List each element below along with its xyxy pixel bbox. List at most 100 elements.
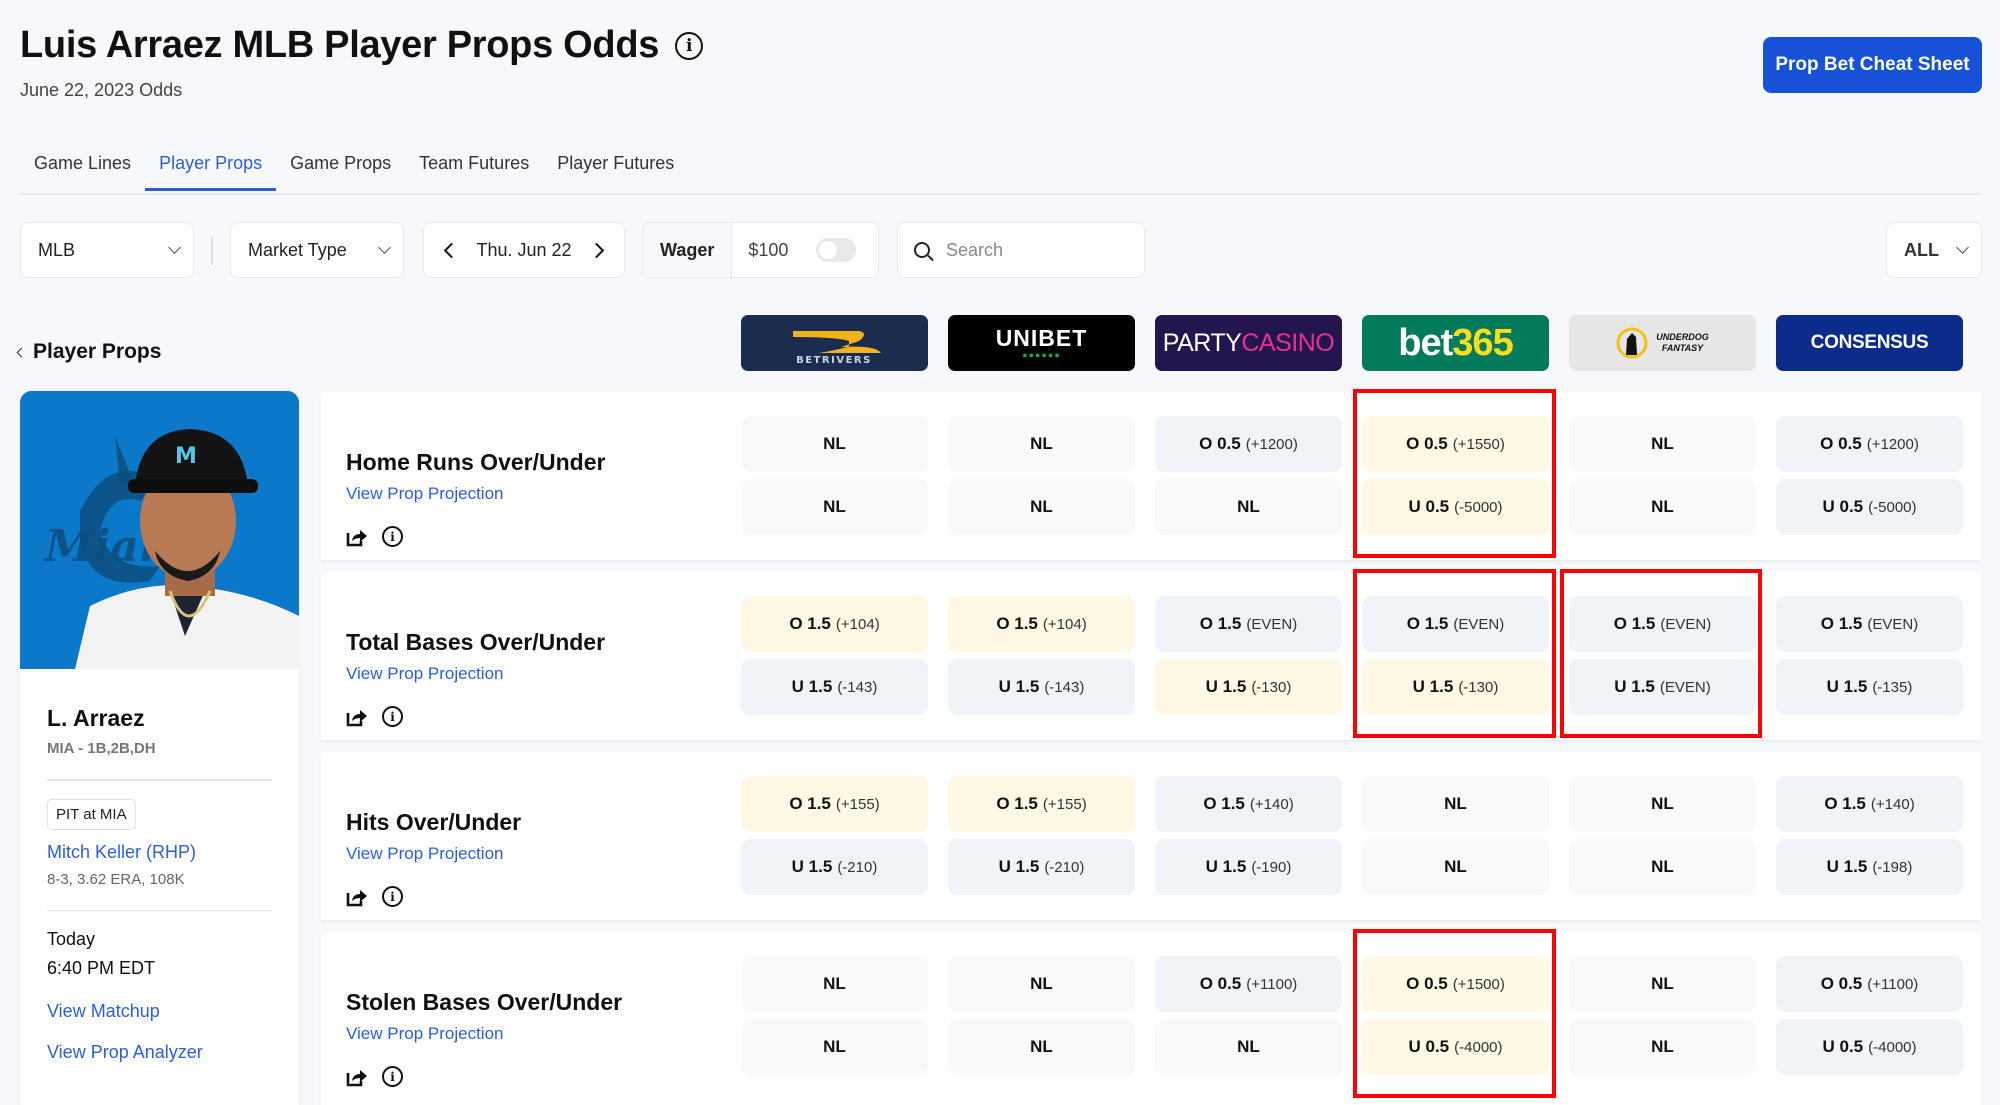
view-prop-projection-link[interactable]: View Prop Projection <box>346 484 605 504</box>
chevron-down-icon <box>378 241 391 254</box>
odds-cell-unibet-under[interactable]: U 1.5 (-143) <box>948 659 1135 715</box>
share-icon[interactable] <box>346 1067 368 1087</box>
odds-line: O 1.5 <box>1613 614 1656 633</box>
wager-amount-input[interactable]: $100 <box>748 240 788 261</box>
odds-cell-partycasino-under[interactable]: U 1.5 (-190) <box>1155 839 1342 895</box>
odds-cell-unibet-under[interactable]: NL <box>948 479 1135 535</box>
divider <box>47 779 272 781</box>
odds-cell-partycasino-over[interactable]: O 1.5 (+140) <box>1155 776 1342 832</box>
share-icon[interactable] <box>346 887 368 907</box>
tab-game-lines[interactable]: Game Lines <box>20 143 145 193</box>
tab-game-props[interactable]: Game Props <box>276 143 405 193</box>
odds-cell-unibet-over[interactable]: O 1.5 (+155) <box>948 776 1135 832</box>
odds-cell-betrivers-under[interactable]: NL <box>741 479 928 535</box>
market-type-select[interactable]: Market Type <box>230 222 404 278</box>
odds-cell-betrivers-under[interactable]: U 1.5 (-143) <box>741 659 928 715</box>
odds-cell-consensus-over[interactable]: O 0.5 (+1100) <box>1776 956 1963 1012</box>
odds-cell-bet365-over[interactable]: O 0.5 (+1500) <box>1362 956 1549 1012</box>
odds-cell-underdog-fantasy-under[interactable]: NL <box>1569 1019 1756 1075</box>
odds-cell-betrivers-over[interactable]: O 1.5 (+104) <box>741 596 928 652</box>
info-icon[interactable]: i <box>382 1066 403 1087</box>
odds-cell-underdog-fantasy-under[interactable]: U 1.5 (EVEN) <box>1569 659 1756 715</box>
odds-cell-consensus-over[interactable]: O 0.5 (+1200) <box>1776 416 1963 472</box>
odds-cell-consensus-over[interactable]: O 1.5 (+140) <box>1776 776 1963 832</box>
odds-cell-underdog-fantasy-over[interactable]: NL <box>1569 776 1756 832</box>
date-value[interactable]: Thu. Jun 22 <box>476 240 571 261</box>
share-icon[interactable] <box>346 527 368 547</box>
info-icon[interactable]: i <box>382 526 403 547</box>
odds-cell-underdog-fantasy-over[interactable]: O 1.5 (EVEN) <box>1569 596 1756 652</box>
odds-cell-consensus-under[interactable]: U 0.5 (-4000) <box>1776 1019 1963 1075</box>
odds-price: (-210) <box>1044 858 1085 876</box>
odds-cell-bet365-under[interactable]: U 0.5 (-4000) <box>1362 1019 1549 1075</box>
odds-price: (EVEN) <box>1659 678 1711 696</box>
tab-player-futures[interactable]: Player Futures <box>543 143 688 193</box>
odds-cell-underdog-fantasy-over[interactable]: NL <box>1569 416 1756 472</box>
odds-line: U 1.5 <box>1826 857 1868 876</box>
odds-cell-unibet-under[interactable]: NL <box>948 1019 1135 1075</box>
search-field[interactable]: Search <box>897 222 1145 278</box>
betrivers-logo-icon: BETRIVERS <box>793 331 881 366</box>
odds-cell-consensus-over[interactable]: O 1.5 (EVEN) <box>1776 596 1963 652</box>
odds-cell-partycasino-under[interactable]: NL <box>1155 1019 1342 1075</box>
odds-cell-betrivers-over[interactable]: O 1.5 (+155) <box>741 776 928 832</box>
wager-toggle[interactable] <box>816 238 857 262</box>
odds-price: (+1200) <box>1866 435 1919 453</box>
odds-cell-underdog-fantasy-under[interactable]: NL <box>1569 839 1756 895</box>
odds-cell-partycasino-over[interactable]: O 0.5 (+1100) <box>1155 956 1342 1012</box>
odds-cell-consensus-under[interactable]: U 1.5 (-135) <box>1776 659 1963 715</box>
odds-cell-unibet-under[interactable]: U 1.5 (-210) <box>948 839 1135 895</box>
odds-line: U 0.5 <box>1408 1037 1450 1056</box>
odds-cell-consensus-under[interactable]: U 1.5 (-198) <box>1776 839 1963 895</box>
odds-line: U 1.5 <box>1205 857 1247 876</box>
odds-cell-consensus-under[interactable]: U 0.5 (-5000) <box>1776 479 1963 535</box>
odds-line: U 0.5 <box>1408 497 1450 516</box>
odds-line: U 1.5 <box>1614 677 1655 696</box>
view-matchup-link[interactable]: View Matchup <box>47 1001 272 1022</box>
odds-cell-unibet-over[interactable]: O 1.5 (+104) <box>948 596 1135 652</box>
odds-cell-bet365-under[interactable]: U 0.5 (-5000) <box>1362 479 1549 535</box>
odds-cell-betrivers-over[interactable]: NL <box>741 956 928 1012</box>
scope-select[interactable]: ALL <box>1886 222 1982 278</box>
odds-cell-unibet-over[interactable]: NL <box>948 416 1135 472</box>
odds-cell-underdog-fantasy-over[interactable]: NL <box>1569 956 1756 1012</box>
odds-line: U 1.5 <box>998 857 1040 876</box>
odds-cell-underdog-fantasy-under[interactable]: NL <box>1569 479 1756 535</box>
odds-cell-partycasino-over[interactable]: O 1.5 (EVEN) <box>1155 596 1342 652</box>
chevron-left-icon <box>16 347 27 357</box>
search-input[interactable]: Search <box>946 240 1003 261</box>
view-prop-projection-link[interactable]: View Prop Projection <box>346 1024 622 1044</box>
odds-cell-bet365-under[interactable]: NL <box>1362 839 1549 895</box>
odds-cell-bet365-over[interactable]: O 1.5 (EVEN) <box>1362 596 1549 652</box>
odds-cell-partycasino-under[interactable]: U 1.5 (-130) <box>1155 659 1342 715</box>
prop-bet-cheat-sheet-button[interactable]: Prop Bet Cheat Sheet <box>1763 37 1982 93</box>
odds-price: (EVEN) <box>1453 615 1505 633</box>
info-icon[interactable]: i <box>675 31 704 60</box>
tab-team-futures[interactable]: Team Futures <box>405 143 543 193</box>
odds-cell-partycasino-under[interactable]: NL <box>1155 479 1342 535</box>
info-icon[interactable]: i <box>382 706 403 727</box>
odds-cell-betrivers-over[interactable]: NL <box>741 416 928 472</box>
odds-cell-betrivers-under[interactable]: NL <box>741 1019 928 1075</box>
chevron-left-icon[interactable] <box>443 242 460 258</box>
info-icon[interactable]: i <box>382 886 403 907</box>
share-icon[interactable] <box>346 707 368 727</box>
odds-cell-partycasino-over[interactable]: O 0.5 (+1200) <box>1155 416 1342 472</box>
opposing-pitcher-link[interactable]: Mitch Keller (RHP) <box>47 842 272 863</box>
odds-cell-bet365-over[interactable]: NL <box>1362 776 1549 832</box>
back-to-player-props-link[interactable]: Player Props <box>16 340 161 364</box>
chevron-right-icon[interactable] <box>588 242 605 258</box>
view-prop-analyzer-link[interactable]: View Prop Analyzer <box>47 1042 272 1063</box>
odds-price: (+104) <box>1042 615 1087 633</box>
view-prop-projection-link[interactable]: View Prop Projection <box>346 844 521 864</box>
odds-price: (+1200) <box>1245 435 1298 453</box>
view-prop-projection-link[interactable]: View Prop Projection <box>346 664 605 684</box>
odds-cell-unibet-over[interactable]: NL <box>948 956 1135 1012</box>
odds-price: (+140) <box>1870 795 1915 813</box>
odds-cell-betrivers-under[interactable]: U 1.5 (-210) <box>741 839 928 895</box>
odds-cell-bet365-under[interactable]: U 1.5 (-130) <box>1362 659 1549 715</box>
league-select[interactable]: MLB <box>20 222 194 278</box>
tab-player-props[interactable]: Player Props <box>145 143 277 193</box>
odds-cell-bet365-over[interactable]: O 0.5 (+1550) <box>1362 416 1549 472</box>
odds-price: (-198) <box>1872 858 1913 876</box>
